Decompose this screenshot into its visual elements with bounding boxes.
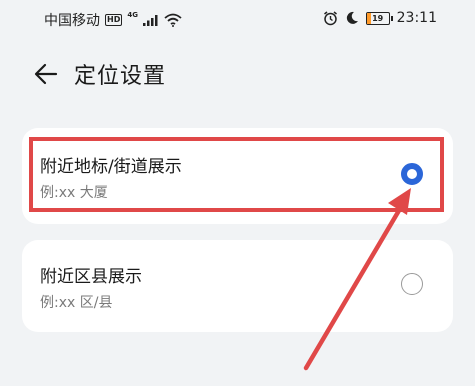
annotation-arrow bbox=[303, 188, 411, 371]
